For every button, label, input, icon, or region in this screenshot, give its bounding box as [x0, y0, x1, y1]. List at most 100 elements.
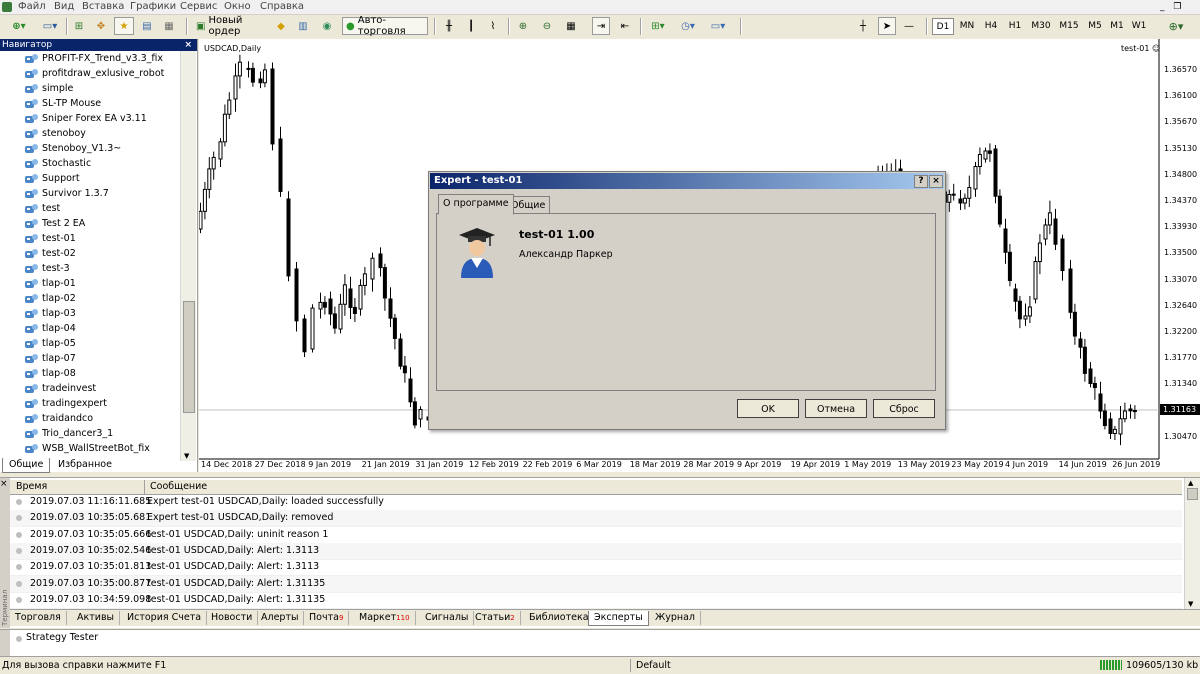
menu-service[interactable]: Сервис	[180, 0, 217, 14]
navigator-item[interactable]: WSB_WallStreetBot_fix	[25, 441, 150, 456]
timeframe-m30[interactable]: M30	[1028, 18, 1054, 35]
navigator-item[interactable]: stenoboy	[25, 126, 86, 141]
navigator-item[interactable]: Support	[25, 171, 80, 186]
navigator-item[interactable]: tradingexpert	[25, 396, 107, 411]
navigator-button[interactable]: ★	[114, 17, 134, 35]
gold-button[interactable]: ◆	[272, 17, 290, 35]
col-message[interactable]: Сообщение	[150, 481, 207, 492]
terminal-scrollbar[interactable]: ▲ ▼	[1184, 478, 1200, 609]
tester-button[interactable]: ▦	[160, 17, 178, 35]
navigator-item[interactable]: profitdraw_exlusive_robot	[25, 66, 164, 81]
navigator-item[interactable]: Trio_dancer3_1	[25, 426, 113, 441]
timeframe-h1[interactable]: H1	[1004, 18, 1026, 35]
timeframe-m1[interactable]: M1	[1106, 18, 1128, 35]
help-icon[interactable]: ?	[914, 175, 928, 188]
journal-row[interactable]: 2019.07.03 10:35:02.546 test-01 USDCAD,Da…	[10, 542, 1182, 560]
bar-chart-button[interactable]: ╫	[440, 17, 458, 35]
navigator-item[interactable]: Survivor 1.3.7	[25, 186, 109, 201]
navigator-item[interactable]: tradeinvest	[25, 381, 96, 396]
navigator-item[interactable]: tlap-04	[25, 321, 76, 336]
nav-tab-favorites[interactable]: Избранное	[52, 458, 118, 472]
navigator-item[interactable]: test	[25, 201, 60, 216]
menu-help[interactable]: Справка	[260, 0, 304, 14]
chart-shift-button[interactable]: ⇤	[616, 17, 634, 35]
market-watch-button[interactable]: ⊞	[70, 17, 88, 35]
journal-row[interactable]: 2019.07.03 10:35:05.666 test-01 USDCAD,Da…	[10, 527, 1182, 544]
restore-icon[interactable]: ❐	[1173, 2, 1181, 12]
zoom-in-button[interactable]: ⊕	[514, 17, 532, 35]
minimize-icon[interactable]: _	[1160, 2, 1165, 12]
terminal-tab[interactable]: История Счета	[122, 611, 208, 625]
autoarrange-icon[interactable]: ⊕▾	[1156, 18, 1196, 35]
menu-file[interactable]: Файл	[18, 0, 46, 14]
templates-button[interactable]: ▭▾	[704, 17, 732, 35]
journal-row[interactable]: 2019.07.03 11:16:11.685 Expert test-01 US…	[10, 494, 1182, 511]
ok-button[interactable]: OK	[737, 399, 799, 418]
nav-tab-common[interactable]: Общие	[2, 458, 51, 473]
navigator-item[interactable]: traidandco	[25, 411, 93, 426]
terminal-scroll-down-icon[interactable]: ▼	[1188, 600, 1193, 608]
candle-chart-button[interactable]: ┃	[462, 17, 480, 35]
data-window-button[interactable]: ✥	[92, 17, 110, 35]
new-order-button[interactable]: ▣ Новый ордер	[192, 15, 268, 37]
terminal-tab[interactable]: Статьи2	[470, 611, 521, 625]
menu-charts[interactable]: Графики	[130, 0, 176, 14]
profiles-button[interactable]: ▭▾	[36, 17, 64, 35]
scroll-up-icon[interactable]: ▲	[1188, 479, 1193, 487]
journal-row[interactable]: 2019.07.03 10:35:01.813 test-01 USDCAD,Da…	[10, 559, 1182, 577]
scroll-down-icon[interactable]: ▼	[184, 452, 189, 460]
timeframe-w1[interactable]: W1	[1128, 18, 1150, 35]
crosshair-button[interactable]: ┼	[854, 17, 872, 35]
menu-window[interactable]: Окно	[224, 0, 251, 14]
terminal-scroll-thumb[interactable]	[1187, 488, 1198, 500]
hline-button[interactable]: —	[900, 17, 918, 35]
navigator-item[interactable]: Sniper Forex EA v3.11	[25, 111, 147, 126]
auto-trading-button[interactable]: ● Авто-торговля	[342, 15, 428, 37]
cancel-button[interactable]: Отмена	[805, 399, 867, 418]
terminal-tab[interactable]: Библиотека	[524, 611, 595, 625]
journal-row[interactable]: 2019.07.03 10:35:00.877 test-01 USDCAD,Da…	[10, 575, 1182, 593]
dialog-close-icon[interactable]: ×	[929, 175, 943, 188]
navigator-item[interactable]: tlap-01	[25, 276, 76, 291]
terminal-close-icon[interactable]: ×	[0, 479, 8, 489]
strategy-tester-label[interactable]: Strategy Tester	[26, 632, 98, 643]
terminal-tab[interactable]: Новости	[206, 611, 259, 625]
col-time[interactable]: Время	[16, 481, 47, 492]
navigator-scrollbar[interactable]: ▼	[180, 51, 196, 461]
autoscroll-button[interactable]: ⇥	[592, 17, 610, 35]
signals-button[interactable]: ◉	[318, 17, 336, 35]
navigator-item[interactable]: tlap-05	[25, 336, 76, 351]
timeframe-m15[interactable]: M15	[1056, 18, 1082, 35]
indicators-button[interactable]: ⊞▾	[644, 17, 672, 35]
zoom-out-button[interactable]: ⊖	[538, 17, 556, 35]
timeframe-m5[interactable]: M5	[1084, 18, 1106, 35]
navigator-item[interactable]: Stochastic	[25, 156, 91, 171]
tab-about[interactable]: О программе	[438, 194, 514, 215]
timeframe-mn[interactable]: MN	[956, 18, 978, 35]
terminal-tab[interactable]: Торговля	[10, 611, 67, 625]
navigator-item[interactable]: Test 2 EA	[25, 216, 85, 231]
navigator-close-icon[interactable]: ×	[184, 39, 192, 51]
navigator-scroll-thumb[interactable]	[183, 301, 195, 413]
periods-button[interactable]: ◷▾	[674, 17, 702, 35]
terminal-tab[interactable]: Сигналы	[420, 611, 475, 625]
navigator-item[interactable]: SL-TP Mouse	[25, 96, 101, 111]
app-icon[interactable]	[2, 2, 12, 12]
tile-windows-button[interactable]: ▦	[562, 17, 580, 35]
menu-view[interactable]: Вид	[54, 0, 74, 14]
navigator-item[interactable]: Stenoboy_V1.3~	[25, 141, 121, 156]
menu-insert[interactable]: Вставка	[82, 0, 124, 14]
timeframe-d1[interactable]: D1	[932, 18, 954, 35]
navigator-item[interactable]: tlap-02	[25, 291, 76, 306]
terminal-tab[interactable]: Эксперты	[588, 611, 649, 626]
navigator-item[interactable]: test-01	[25, 231, 76, 246]
terminal-tab[interactable]: Маркет110	[354, 611, 416, 625]
metaeditor-button[interactable]: ▥	[294, 17, 312, 35]
navigator-item[interactable]: test-3	[25, 261, 70, 276]
navigator-item[interactable]: tlap-08	[25, 366, 76, 381]
timeframe-h4[interactable]: H4	[980, 18, 1002, 35]
new-chart-button[interactable]: ⊕▾	[4, 17, 34, 35]
terminal-button[interactable]: ▤	[138, 17, 156, 35]
journal-row[interactable]: 2019.07.03 10:35:05.681 Expert test-01 US…	[10, 510, 1182, 528]
terminal-tab[interactable]: Активы	[72, 611, 121, 625]
